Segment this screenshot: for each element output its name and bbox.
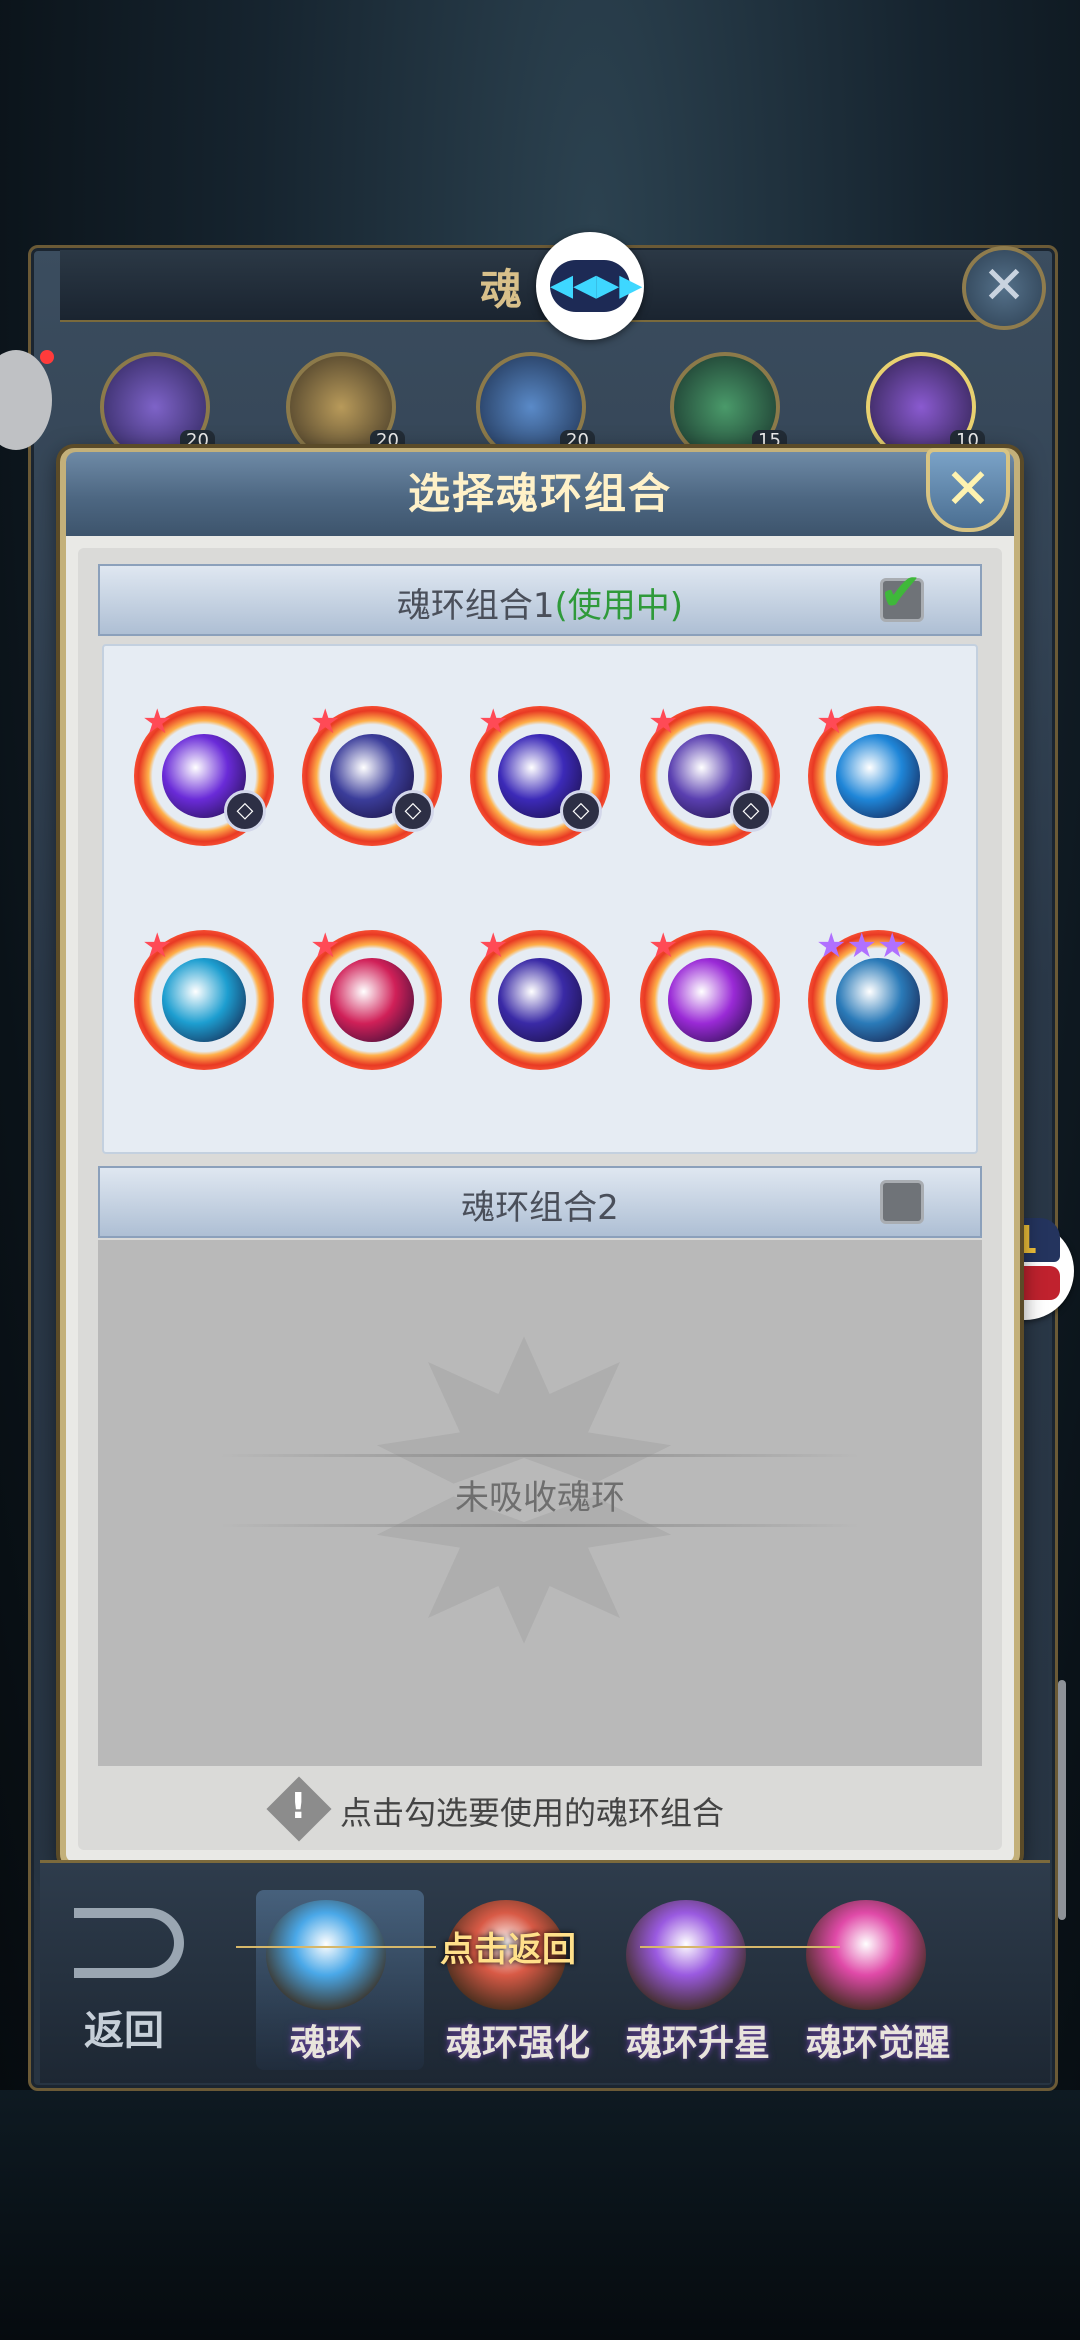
tab-label[interactable]: 魂环 <box>290 2014 362 2066</box>
empty-message: 未吸收魂环 <box>455 1478 625 1518</box>
tab-icon[interactable] <box>266 1900 386 2010</box>
star-icon: ★ <box>648 702 679 742</box>
divider <box>236 1946 436 1948</box>
hint-text: 点击勾选要使用的魂环组合 <box>340 1794 725 1832</box>
window-close-button[interactable]: ✕ <box>962 246 1046 330</box>
star-icon: ★★★ <box>816 926 908 966</box>
combo-1-name: 魂环组合1 <box>396 586 555 626</box>
tab-icon[interactable] <box>626 1900 746 2010</box>
soul-ring-slot[interactable]: ★ <box>640 926 780 1070</box>
soul-ring-icon <box>162 958 246 1042</box>
soul-ring-slot[interactable]: ★ ◇ <box>134 702 274 846</box>
dialog-close-button[interactable]: ✕ <box>926 448 1010 532</box>
star-icon: ★ <box>648 926 679 966</box>
soul-ring-slot[interactable]: ★★★ <box>808 926 948 1070</box>
tab-label[interactable]: 魂环强化 <box>446 2014 590 2066</box>
checkmark-icon: ✔ <box>879 563 923 623</box>
soul-ring-icon <box>668 958 752 1042</box>
combo-1-checkbox[interactable]: ✔ <box>879 563 924 623</box>
soul-ring-slot[interactable]: ★ <box>134 926 274 1070</box>
back-arrow-icon[interactable] <box>74 1908 184 1978</box>
combo-2-checkbox[interactable] <box>880 1180 924 1224</box>
window-title: 魂 <box>480 265 523 314</box>
bone-badge-icon: ◇ <box>560 790 602 832</box>
tab-label[interactable]: 魂环升星 <box>626 2014 770 2066</box>
tap-to-return-tip: 点击返回 <box>440 1930 576 1970</box>
soul-ring-icon <box>836 734 920 818</box>
divider <box>640 1946 840 1948</box>
soul-ring-slot[interactable]: ★ <box>302 926 442 1070</box>
star-icon: ★ <box>142 926 173 966</box>
star-icon: ★ <box>478 926 509 966</box>
soul-ring-slot[interactable]: ★ ◇ <box>470 702 610 846</box>
bone-badge-icon: ◇ <box>392 790 434 832</box>
logo-icon: ◀◀▶▶ <box>550 260 642 312</box>
dialog-title: 选择魂环组合 <box>407 469 672 518</box>
divider <box>220 1524 860 1527</box>
bone-badge-icon: ◇ <box>730 790 772 832</box>
floating-logo-button[interactable]: ◀◀▶▶ <box>536 232 644 340</box>
soul-ring-icon <box>498 958 582 1042</box>
soul-ring-slot[interactable]: ★ ◇ <box>302 702 442 846</box>
soul-ring-slot[interactable]: ★ ◇ <box>640 702 780 846</box>
star-icon: ★ <box>142 702 173 742</box>
soul-ring-icon <box>836 958 920 1042</box>
background-bottom <box>0 2090 1080 2340</box>
scrollbar[interactable] <box>1058 1680 1066 1920</box>
star-icon: ★ <box>310 926 341 966</box>
star-icon: ★ <box>816 702 847 742</box>
exclamation-icon: ! <box>290 1786 307 1827</box>
bone-badge-icon: ◇ <box>224 790 266 832</box>
divider <box>220 1454 860 1457</box>
star-icon: ★ <box>310 702 341 742</box>
soul-ring-slot[interactable]: ★ <box>470 926 610 1070</box>
notification-dot <box>40 350 54 364</box>
star-icon: ★ <box>478 702 509 742</box>
back-button-label[interactable]: 返回 <box>84 1998 164 2056</box>
combo-1-status: (使用中) <box>554 586 684 626</box>
soul-ring-slot[interactable]: ★ <box>808 702 948 846</box>
tab-icon[interactable] <box>806 1900 926 2010</box>
soul-ring-icon <box>330 958 414 1042</box>
tab-label[interactable]: 魂环觉醒 <box>806 2014 950 2066</box>
